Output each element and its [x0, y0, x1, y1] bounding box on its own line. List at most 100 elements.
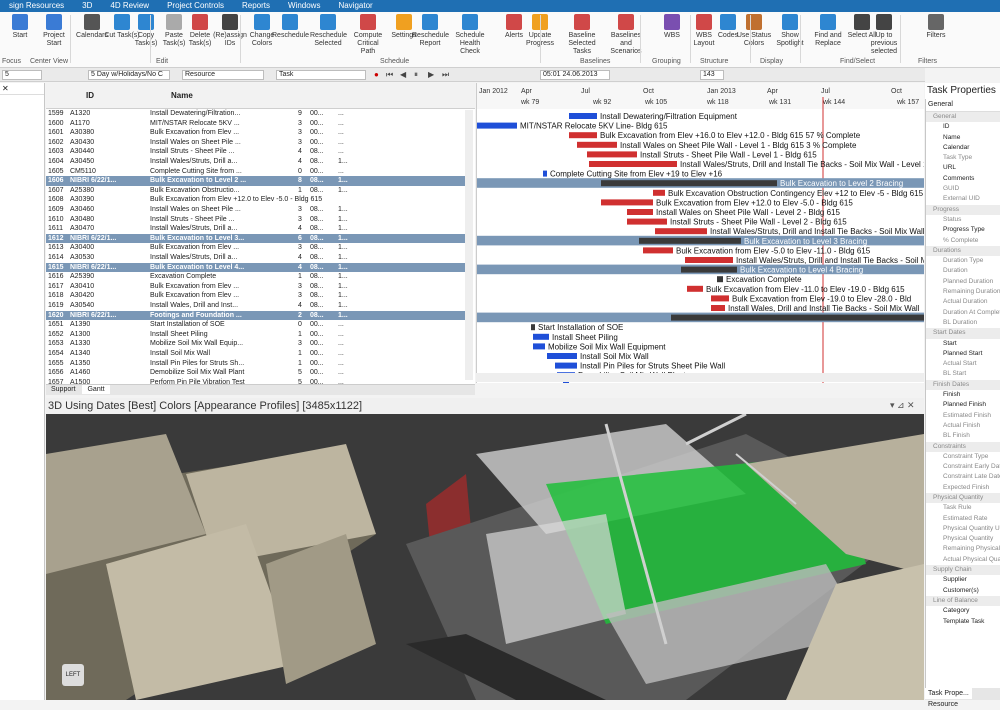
props-field[interactable]: Comments: [926, 174, 1000, 184]
calendar-select[interactable]: 5 Day w/Holidays/No C: [88, 70, 170, 80]
ribbon-tab[interactable]: Windows: [279, 0, 329, 12]
table-row[interactable]: 1604 A30450 Install Wales/Struts, Drill a.…: [46, 157, 466, 167]
props-field[interactable]: URL: [926, 163, 1000, 173]
props-field[interactable]: Planned Start: [926, 349, 1000, 359]
props-field[interactable]: Remaining Duration: [926, 287, 1000, 297]
props-field[interactable]: Planned Finish: [926, 400, 1000, 410]
scenarios-button[interactable]: Baselines and Scenarios: [608, 14, 644, 58]
props-field[interactable]: External UID: [926, 194, 1000, 204]
props-field[interactable]: Finish: [926, 390, 1000, 400]
props-field[interactable]: Duration: [926, 266, 1000, 276]
task-select[interactable]: Task: [276, 70, 366, 80]
props-field[interactable]: Expected Finish: [926, 483, 1000, 493]
table-row[interactable]: 1613 A30400 Bulk Excavation from Elev ... 3…: [46, 243, 466, 253]
ribbon-tab[interactable]: Reports: [233, 0, 279, 12]
props-category[interactable]: Progress: [926, 204, 1000, 215]
props-category[interactable]: Durations: [926, 245, 1000, 257]
3d-view[interactable]: LEFT: [46, 414, 924, 700]
health-check-button[interactable]: Schedule Health Check: [452, 14, 488, 58]
pin-icon[interactable]: ▾ ⊿ ✕: [890, 400, 915, 411]
table-row[interactable]: 1614 A30530 Install Wales/Struts, Drill a.…: [46, 253, 466, 263]
props-field[interactable]: Physical Quantity Unit: [926, 524, 1000, 534]
props-field[interactable]: BL Duration: [926, 318, 1000, 328]
nav-cube-icon[interactable]: LEFT: [62, 664, 84, 686]
props-field[interactable]: Duration Type: [926, 256, 1000, 266]
props-field[interactable]: Estimated Rate: [926, 514, 1000, 524]
props-field[interactable]: Duration At Completion: [926, 308, 1000, 318]
props-field[interactable]: Progress Type: [926, 225, 1000, 235]
props-field[interactable]: BL Finish: [926, 431, 1000, 441]
props-field[interactable]: ID: [926, 122, 1000, 132]
status-colors-button[interactable]: Use Status Colors: [736, 14, 772, 58]
table-row[interactable]: 1601 A30380 Bulk Excavation from Elev ... 3…: [46, 128, 466, 138]
props-field[interactable]: Physical Quantity: [926, 534, 1000, 544]
ribbon-tab[interactable]: Project Controls: [158, 0, 233, 12]
props-category[interactable]: Start Dates: [926, 328, 1000, 339]
props-field[interactable]: GUID: [926, 184, 1000, 194]
props-field[interactable]: Start: [926, 339, 1000, 349]
props-category[interactable]: Physical Quantity: [926, 492, 1000, 504]
resource-select[interactable]: Resource: [182, 70, 264, 80]
table-row[interactable]: 1656 A1460 Demobilize Soil Mix Wall Plant 5…: [46, 368, 466, 378]
table-row[interactable]: 1600 A1170 MIT/NSTAR Relocate 5KV ... 3 00..…: [46, 119, 466, 129]
critical-path-button[interactable]: Compute Critical Path: [350, 14, 386, 58]
props-field[interactable]: Task Rule: [926, 503, 1000, 513]
table-row[interactable]: 1653 A1330 Mobilize Soil Mix Wall Equip...…: [46, 339, 466, 349]
props-category[interactable]: General: [926, 112, 1000, 123]
table-row[interactable]: 1618 A30420 Bulk Excavation from Elev ... 3…: [46, 291, 466, 301]
props-field[interactable]: BL Start: [926, 369, 1000, 379]
tab-gantt[interactable]: Gantt: [82, 385, 110, 394]
props-category[interactable]: Finish Dates: [926, 379, 1000, 391]
project-start-button[interactable]: Project Start: [36, 14, 72, 58]
table-row[interactable]: 1612 NIBRI 6/22/1... Bulk Excavation to Le…: [46, 233, 466, 244]
table-row[interactable]: 1605 CM5110 Complete Cutting Site from ...…: [46, 167, 466, 177]
forward-icon[interactable]: ⏭: [442, 70, 449, 80]
table-row[interactable]: 1616 A25390 Excavation Complete 1 08... 1...: [46, 272, 466, 282]
props-category[interactable]: Line of Balance: [926, 595, 1000, 607]
grid-scrollbar[interactable]: [465, 110, 473, 380]
col-header-name[interactable]: Name: [171, 91, 193, 100]
spotlight-button[interactable]: Show Spotlight: [772, 14, 808, 58]
field-combo[interactable]: 5: [2, 70, 42, 80]
props-field[interactable]: Template Task: [926, 617, 1000, 627]
wbs-button[interactable]: WBS: [654, 14, 690, 58]
baseline-button[interactable]: Baseline Selected Tasks: [564, 14, 600, 58]
props-field[interactable]: Constraint Early Date: [926, 462, 1000, 472]
table-row[interactable]: 1620 NIBRI 6/22/1... Footings and Foundati…: [46, 310, 466, 321]
props-field[interactable]: Constraint Type: [926, 452, 1000, 462]
id-button[interactable]: (Re)assign IDs: [212, 14, 248, 58]
table-row[interactable]: 1651 A1390 Start Installation of SOE 0 00...…: [46, 320, 466, 330]
general-tab[interactable]: General: [928, 101, 953, 108]
props-field[interactable]: Calendar: [926, 143, 1000, 153]
table-row[interactable]: 1611 A30470 Install Wales/Struts, Drill a.…: [46, 224, 466, 234]
zoom-field[interactable]: 143: [700, 70, 724, 80]
props-field[interactable]: Category: [926, 606, 1000, 616]
record-icon[interactable]: ●: [374, 70, 379, 79]
table-row[interactable]: 1654 A1340 Install Soil Mix Wall 1 00......: [46, 349, 466, 359]
props-field[interactable]: Supplier: [926, 575, 1000, 585]
gantt-chart[interactable]: Jan 2012 Apr Jul Oct Jan 2013 Apr Jul Oct wk 79 w…: [476, 83, 924, 383]
props-field[interactable]: Estimated Finish: [926, 411, 1000, 421]
play-back-icon[interactable]: ◀: [400, 70, 406, 79]
tab-resource[interactable]: Resource: [925, 699, 961, 710]
props-field[interactable]: Actual Finish: [926, 421, 1000, 431]
start-button[interactable]: Start: [2, 14, 38, 58]
props-field[interactable]: Actual Physical Qua: [926, 555, 1000, 565]
ribbon-tab[interactable]: 3D: [73, 0, 101, 12]
table-row[interactable]: 1607 A25380 Bulk Excavation Obstructio... 1…: [46, 186, 466, 196]
ribbon-tab[interactable]: 4D Review: [101, 0, 158, 12]
tab-support[interactable]: Support: [46, 385, 81, 394]
table-row[interactable]: 1652 A1300 Install Sheet Piling 1 00......: [46, 330, 466, 340]
table-row[interactable]: 1610 A30480 Install Struts - Sheet Pile ..…: [46, 215, 466, 225]
table-row[interactable]: 1608 A30390 Bulk Excavation from Elev +12.…: [46, 195, 466, 205]
table-row[interactable]: 1602 A30430 Install Wales on Sheet Pile ..…: [46, 138, 466, 148]
props-field[interactable]: Actual Duration: [926, 297, 1000, 307]
props-field[interactable]: Task Type: [926, 153, 1000, 163]
task-grid[interactable]: ID Name 1599 A1320 Install Dewatering/Filt…: [46, 83, 475, 395]
props-field[interactable]: Status: [926, 215, 1000, 225]
datetime-field[interactable]: 05:01 24.06.2013: [540, 70, 610, 80]
pause-icon[interactable]: ⏸: [414, 70, 418, 80]
table-row[interactable]: 1603 A30440 Install Struts - Sheet Pile ..…: [46, 147, 466, 157]
up-previous-button[interactable]: Up to previous selected: [866, 14, 902, 58]
props-field[interactable]: Actual Start: [926, 359, 1000, 369]
